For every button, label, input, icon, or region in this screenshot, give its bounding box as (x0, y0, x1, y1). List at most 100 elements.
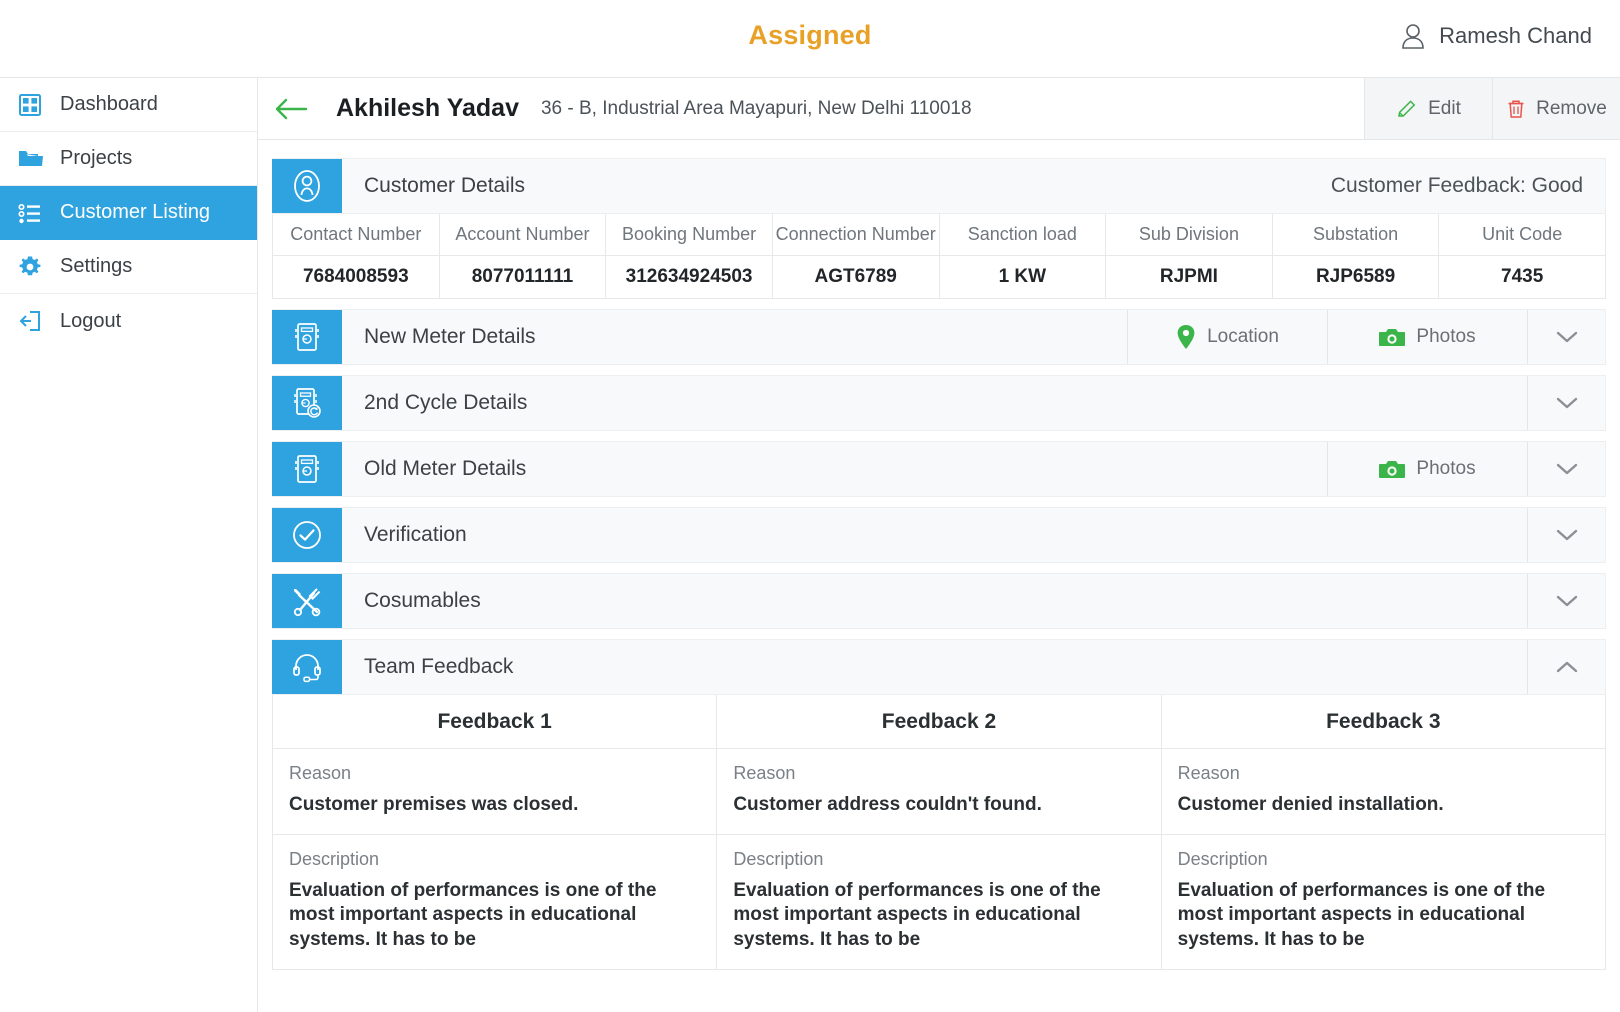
gear-icon (18, 255, 60, 279)
section-title: 2nd Cycle Details (364, 391, 528, 414)
feedback-description-cell: Description Evaluation of performances i… (717, 835, 1160, 969)
section-title: Verification (364, 523, 467, 546)
reason-label: Reason (733, 763, 796, 783)
section-header[interactable]: 2nd Cycle Details (272, 375, 1606, 431)
page-header: Akhilesh Yadav 36 - B, Industrial Area M… (258, 78, 1620, 140)
description-label: Description (289, 848, 380, 869)
tools-icon (272, 574, 342, 628)
folder-icon (18, 147, 60, 171)
table-column: Connection Number AGT6789 (772, 214, 940, 298)
map-pin-icon (1176, 324, 1196, 350)
column-header: Sub Division (1106, 214, 1272, 256)
remove-label: Remove (1536, 97, 1607, 119)
photos-button[interactable]: Photos (1327, 442, 1527, 496)
feedback-description-cell: Description Evaluation of performances i… (273, 835, 716, 969)
check-circle-icon (272, 508, 342, 562)
main-content: Akhilesh Yadav 36 - B, Industrial Area M… (258, 78, 1620, 1012)
page-status-title: Assigned (748, 20, 872, 50)
sidebar-item-settings[interactable]: Settings (0, 240, 257, 294)
location-label: Location (1207, 326, 1279, 347)
sidebar: Dashboard Projects Customer Listing Sett… (0, 78, 258, 1012)
arrow-left-icon[interactable] (274, 96, 314, 122)
table-column: Account Number 8077011111 (439, 214, 607, 298)
description-value: Evaluation of performances is one of the… (1177, 879, 1546, 951)
sidebar-item-logout[interactable]: Logout (0, 294, 257, 348)
column-header: Account Number (439, 214, 606, 256)
dashboard-grid-icon (18, 93, 60, 117)
chevron-down-icon[interactable] (1527, 376, 1605, 430)
column-value: 8077011111 (471, 266, 574, 287)
feedback-reason-cell: Reason Customer address couldn't found. (717, 749, 1161, 835)
chevron-up-icon[interactable] (1527, 640, 1605, 694)
column-header: Contact Number (273, 214, 439, 256)
sidebar-item-label: Logout (60, 309, 122, 332)
section-header[interactable]: New Meter Details Location Photos (272, 309, 1606, 365)
section-old-meter-details: Old Meter Details Photos (272, 441, 1606, 497)
chevron-down-icon[interactable] (1527, 310, 1605, 364)
headset-icon (272, 640, 342, 694)
section-new-meter-details: New Meter Details Location Photos (272, 309, 1606, 365)
table-column: Contact Number 7684008593 (273, 214, 440, 298)
sidebar-item-customer-listing[interactable]: Customer Listing (0, 186, 257, 240)
meter-icon (272, 442, 342, 496)
feedback-column-title: Feedback 3 (1161, 695, 1605, 749)
column-header: Booking Number (606, 214, 772, 256)
pencil-icon (1396, 98, 1418, 120)
photos-label: Photos (1416, 458, 1476, 479)
top-bar: Assigned Ramesh Chand (0, 0, 1620, 78)
description-value: Evaluation of performances is one of the… (289, 879, 657, 951)
chevron-down-icon[interactable] (1527, 574, 1605, 628)
section-header[interactable]: Cosumables (272, 573, 1606, 629)
column-header: Connection Number (772, 214, 939, 256)
section-team-feedback: Team Feedback Feedback 1 Reason Customer… (272, 639, 1606, 970)
table-column: Unit Code 7435 (1439, 214, 1605, 298)
column-value: AGT6789 (814, 266, 897, 287)
photos-button[interactable]: Photos (1327, 310, 1527, 364)
section-header[interactable]: Customer Details Customer Feedback: Good (272, 158, 1606, 214)
reason-value: Customer premises was closed. (289, 794, 579, 815)
column-value: 7435 (1501, 266, 1544, 287)
column-header: Unit Code (1439, 214, 1605, 256)
section-title: Team Feedback (364, 655, 514, 678)
column-header: Sanction load (939, 214, 1106, 256)
section-2nd-cycle-details: 2nd Cycle Details (272, 375, 1606, 431)
section-header[interactable]: Old Meter Details Photos (272, 441, 1606, 497)
page-title: Akhilesh Yadav (336, 94, 519, 122)
trash-icon (1506, 98, 1526, 120)
location-button[interactable]: Location (1127, 310, 1327, 364)
table-column: Booking Number 312634924503 (606, 214, 773, 298)
customer-address: 36 - B, Industrial Area Mayapuri, New De… (540, 97, 972, 119)
section-title: New Meter Details (364, 325, 536, 348)
feedback-column: Feedback 1 Reason Customer premises was … (273, 695, 718, 969)
column-value: RJPMI (1159, 266, 1218, 287)
section-verification: Verification (272, 507, 1606, 563)
section-header[interactable]: Team Feedback (272, 639, 1606, 695)
edit-button[interactable]: Edit (1364, 78, 1492, 139)
column-header: Substation (1272, 214, 1439, 256)
reason-label: Reason (289, 763, 352, 783)
customer-avatar-icon (272, 159, 342, 213)
chevron-down-icon[interactable] (1527, 442, 1605, 496)
sidebar-item-label: Projects (60, 147, 133, 169)
sidebar-item-label: Customer Listing (60, 201, 211, 223)
table-column: Substation RJP6589 (1272, 214, 1440, 298)
sidebar-item-projects[interactable]: Projects (0, 132, 257, 186)
user-menu[interactable]: Ramesh Chand (1400, 22, 1592, 50)
sidebar-item-dashboard[interactable]: Dashboard (0, 78, 257, 132)
sections-container: Customer Details Customer Feedback: Good… (258, 140, 1620, 970)
chevron-down-icon[interactable] (1527, 508, 1605, 562)
user-icon (1400, 22, 1426, 50)
reason-value: Customer address couldn't found. (733, 794, 1042, 815)
meter-refresh-icon (272, 376, 342, 430)
customer-details-table: Contact Number 7684008593 Account Number… (272, 214, 1606, 299)
customer-feedback-text: Customer Feedback: Good (1330, 174, 1583, 197)
logout-icon (18, 309, 60, 333)
edit-label: Edit (1428, 97, 1461, 119)
remove-button[interactable]: Remove (1492, 78, 1620, 139)
section-header[interactable]: Verification (272, 507, 1606, 563)
feedback-column: Feedback 3 Reason Customer denied instal… (1161, 695, 1605, 969)
reason-value: Customer denied installation. (1177, 794, 1444, 815)
column-value: 7684008593 (302, 266, 409, 287)
section-title: Customer Details (364, 174, 526, 197)
meter-icon (272, 310, 342, 364)
